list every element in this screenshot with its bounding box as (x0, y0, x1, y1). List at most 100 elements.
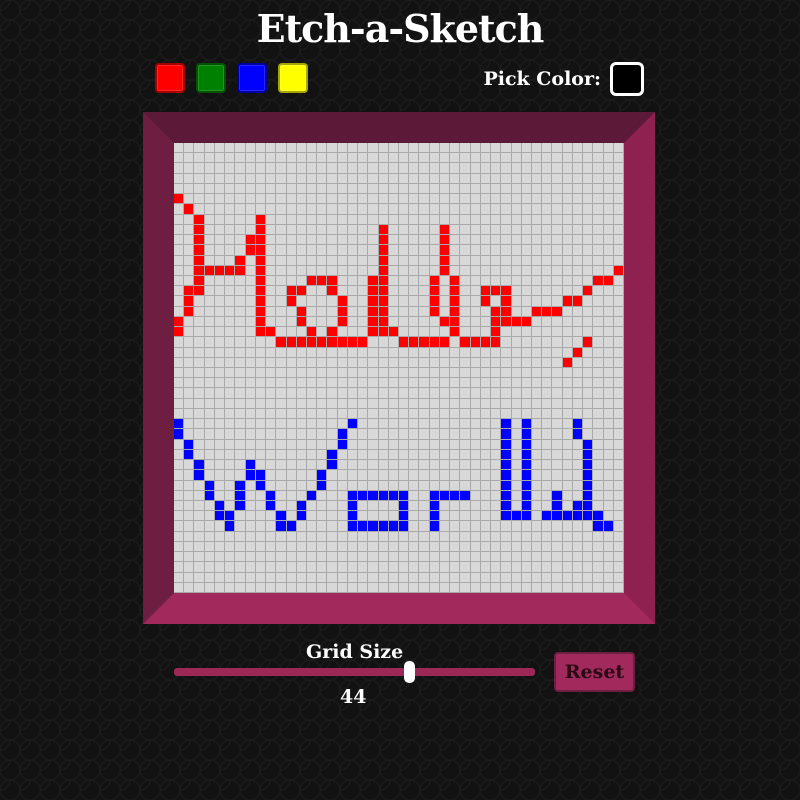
grid-cell[interactable] (255, 531, 267, 542)
grid-cell[interactable] (378, 490, 389, 501)
grid-cell[interactable] (399, 306, 410, 317)
grid-cell[interactable] (378, 286, 389, 297)
grid-cell[interactable] (603, 153, 614, 164)
grid-cell[interactable] (583, 521, 594, 532)
grid-cell[interactable] (174, 490, 185, 501)
grid-cell[interactable] (491, 337, 502, 348)
grid-cell[interactable] (419, 470, 430, 481)
grid-cell[interactable] (542, 572, 553, 583)
grid-cell[interactable] (296, 368, 307, 379)
grid-cell[interactable] (337, 388, 348, 399)
grid-cell[interactable] (245, 429, 256, 440)
grid-cell[interactable] (245, 460, 256, 471)
grid-cell[interactable] (419, 204, 430, 215)
grid-cell[interactable] (266, 368, 277, 379)
grid-cell[interactable] (521, 562, 532, 573)
grid-cell[interactable] (306, 235, 318, 246)
grid-cell[interactable] (388, 439, 399, 450)
grid-cell[interactable] (399, 255, 410, 266)
grid-cell[interactable] (511, 286, 522, 297)
grid-cell[interactable] (470, 500, 481, 512)
grid-cell[interactable] (552, 296, 563, 307)
grid-cell[interactable] (613, 275, 624, 287)
grid-cell[interactable] (531, 347, 543, 358)
grid-cell[interactable] (388, 143, 399, 154)
grid-cell[interactable] (429, 357, 440, 368)
grid-cell[interactable] (511, 378, 522, 389)
grid-cell[interactable] (491, 245, 502, 256)
grid-cell[interactable] (225, 245, 236, 256)
grid-cell[interactable] (296, 255, 307, 266)
grid-cell[interactable] (235, 214, 246, 225)
grid-cell[interactable] (388, 183, 399, 195)
grid-cell[interactable] (429, 204, 440, 215)
grid-cell[interactable] (214, 490, 226, 501)
grid-cell[interactable] (327, 327, 338, 338)
grid-cell[interactable] (266, 511, 277, 522)
grid-cell[interactable] (480, 224, 492, 236)
grid-cell[interactable] (317, 194, 328, 205)
grid-cell[interactable] (368, 337, 379, 348)
grid-cell[interactable] (613, 368, 624, 379)
grid-cell[interactable] (286, 480, 297, 491)
grid-cell[interactable] (562, 378, 573, 389)
grid-cell[interactable] (204, 419, 215, 430)
grid-cell[interactable] (491, 511, 502, 522)
grid-cell[interactable] (214, 388, 226, 399)
grid-cell[interactable] (511, 235, 522, 246)
grid-cell[interactable] (347, 572, 359, 583)
grid-cell[interactable] (337, 398, 348, 409)
grid-cell[interactable] (388, 449, 399, 461)
grid-cell[interactable] (419, 275, 430, 287)
grid-cell[interactable] (511, 153, 522, 164)
grid-cell[interactable] (613, 419, 624, 430)
grid-cell[interactable] (511, 470, 522, 481)
grid-cell[interactable] (562, 429, 573, 440)
grid-cell[interactable] (358, 562, 369, 573)
grid-cell[interactable] (511, 490, 522, 501)
grid-cell[interactable] (491, 541, 502, 553)
grid-cell[interactable] (593, 173, 604, 184)
grid-cell[interactable] (562, 337, 573, 348)
grid-cell[interactable] (593, 490, 604, 501)
grid-cell[interactable] (317, 173, 328, 184)
grid-cell[interactable] (511, 306, 522, 317)
grid-cell[interactable] (429, 541, 440, 553)
grid-cell[interactable] (358, 316, 369, 328)
grid-cell[interactable] (174, 224, 185, 236)
grid-cell[interactable] (562, 408, 573, 420)
grid-cell[interactable] (562, 572, 573, 583)
grid-cell[interactable] (317, 347, 328, 358)
grid-cell[interactable] (306, 531, 318, 542)
grid-cell[interactable] (286, 173, 297, 184)
grid-cell[interactable] (184, 480, 195, 491)
grid-cell[interactable] (184, 255, 195, 266)
grid-cell[interactable] (347, 296, 359, 307)
grid-cell[interactable] (347, 153, 359, 164)
grid-cell[interactable] (501, 316, 512, 328)
grid-cell[interactable] (613, 398, 624, 409)
grid-cell[interactable] (501, 572, 512, 583)
grid-cell[interactable] (552, 183, 563, 195)
grid-cell[interactable] (368, 572, 379, 583)
grid-cell[interactable] (409, 214, 420, 225)
grid-cell[interactable] (225, 337, 236, 348)
grid-cell[interactable] (480, 173, 492, 184)
grid-cell[interactable] (245, 183, 256, 195)
grid-cell[interactable] (583, 368, 594, 379)
grid-cell[interactable] (214, 214, 226, 225)
grid-cell[interactable] (399, 582, 410, 593)
grid-cell[interactable] (521, 327, 532, 338)
grid-cell[interactable] (429, 511, 440, 522)
grid-cell[interactable] (521, 531, 532, 542)
grid-cell[interactable] (368, 153, 379, 164)
grid-cell[interactable] (235, 316, 246, 328)
grid-cell[interactable] (255, 143, 267, 154)
grid-cell[interactable] (214, 143, 226, 154)
grid-cell[interactable] (542, 562, 553, 573)
grid-cell[interactable] (603, 388, 614, 399)
grid-cell[interactable] (358, 460, 369, 471)
grid-cell[interactable] (439, 143, 451, 154)
grid-cell[interactable] (347, 500, 359, 512)
grid-cell[interactable] (184, 368, 195, 379)
